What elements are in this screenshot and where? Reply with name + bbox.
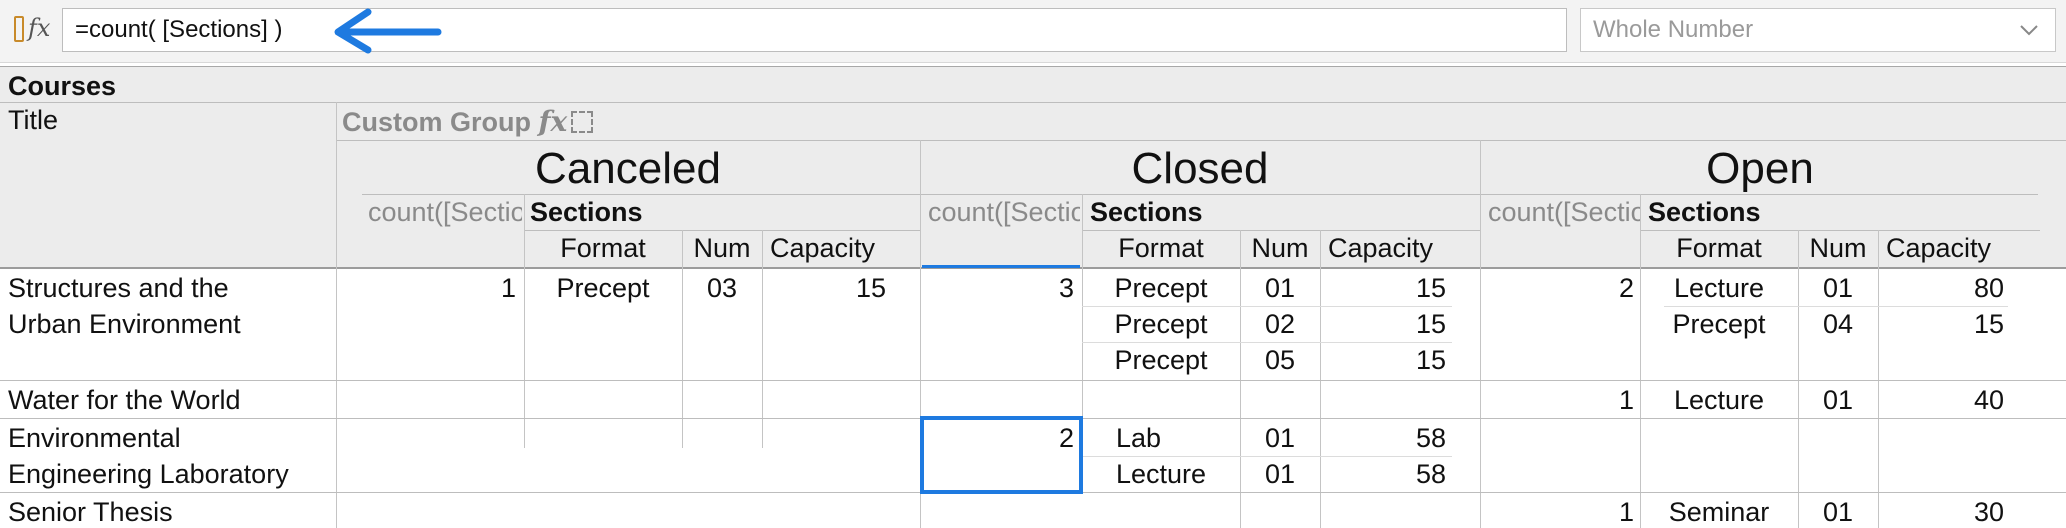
group-closed[interactable]: Closed (920, 144, 1480, 194)
format-cell[interactable]: Precept (1082, 308, 1240, 340)
sections-header[interactable]: Sections (1090, 196, 1203, 228)
table-grid: Courses Title Custom Group fx Canceled C… (0, 66, 2066, 528)
num-header[interactable]: Num (1798, 232, 1878, 264)
row-title-line[interactable]: Water for the World (8, 384, 241, 416)
num-cell[interactable]: 03 (682, 272, 762, 304)
capacity-cell[interactable]: 15 (1320, 272, 1446, 304)
count-header[interactable]: count([Sections]) (1488, 196, 1640, 228)
count-cell[interactable]: 3 (924, 272, 1074, 304)
row-title-line[interactable]: Engineering Laboratory (8, 458, 289, 490)
type-select-value: Whole Number (1593, 16, 1754, 43)
title-column-header[interactable]: Title (8, 104, 58, 136)
function-icon[interactable]: fx (10, 12, 50, 48)
capacity-header[interactable]: Capacity (1886, 232, 1991, 264)
formula-bar: fx =count( [Sections] ) Whole Number (0, 0, 2066, 63)
column-focus-indicator (922, 265, 1080, 268)
count-cell[interactable]: 1 (1484, 496, 1634, 528)
capacity-cell[interactable]: 15 (762, 272, 886, 304)
formula-input[interactable]: =count( [Sections] ) (62, 8, 1567, 52)
format-cell[interactable]: Precept (1640, 308, 1798, 340)
count-cell[interactable]: 1 (340, 272, 516, 304)
format-header[interactable]: Format (1082, 232, 1240, 264)
capacity-cell[interactable]: 40 (1878, 384, 2004, 416)
group-canceled[interactable]: Canceled (336, 144, 920, 194)
function-small-icon[interactable]: fx (539, 106, 568, 138)
capacity-cell[interactable]: 58 (1320, 422, 1446, 454)
format-cell[interactable]: Lecture (1640, 272, 1798, 304)
selection-box-icon[interactable] (571, 111, 594, 133)
num-cell[interactable]: 04 (1798, 308, 1878, 340)
custom-group-label[interactable]: Custom Group fx (342, 106, 594, 138)
chevron-down-icon (2020, 25, 2038, 36)
format-cell[interactable]: Lecture (1640, 384, 1798, 416)
num-cell[interactable]: 01 (1798, 384, 1878, 416)
table-title: Courses (8, 71, 117, 101)
format-cell[interactable]: Precept (1082, 272, 1240, 304)
num-cell[interactable]: 01 (1798, 496, 1878, 528)
arrow-annotation-icon (334, 8, 442, 54)
num-cell[interactable]: 05 (1240, 344, 1320, 376)
capacity-cell[interactable]: 58 (1320, 458, 1446, 490)
sections-header[interactable]: Sections (1648, 196, 1761, 228)
row-title-line[interactable]: Environmental (8, 422, 181, 454)
type-select[interactable]: Whole Number (1580, 8, 2056, 52)
capacity-cell[interactable]: 15 (1320, 308, 1446, 340)
format-cell[interactable]: Seminar (1640, 496, 1798, 528)
count-cell[interactable]: 2 (1484, 272, 1634, 304)
format-cell[interactable]: Precept (1082, 344, 1240, 376)
group-open[interactable]: Open (1480, 144, 2040, 194)
format-cell[interactable]: Lab (1116, 422, 1161, 454)
row-title-line[interactable]: Structures and the (8, 272, 229, 304)
num-cell[interactable]: 01 (1240, 458, 1320, 490)
selected-cell[interactable] (920, 416, 1083, 494)
capacity-cell[interactable]: 30 (1878, 496, 2004, 528)
sections-header[interactable]: Sections (530, 196, 643, 228)
num-cell[interactable]: 01 (1240, 422, 1320, 454)
custom-group-text: Custom Group (342, 107, 531, 137)
row-title-line[interactable]: Urban Environment (8, 308, 241, 340)
num-header[interactable]: Num (682, 232, 762, 264)
capacity-header[interactable]: Capacity (1328, 232, 1433, 264)
capacity-cell[interactable]: 15 (1878, 308, 2004, 340)
num-cell[interactable]: 02 (1240, 308, 1320, 340)
capacity-cell[interactable]: 15 (1320, 344, 1446, 376)
num-header[interactable]: Num (1240, 232, 1320, 264)
format-cell[interactable]: Precept (524, 272, 682, 304)
capacity-cell[interactable]: 80 (1878, 272, 2004, 304)
num-cell[interactable]: 01 (1240, 272, 1320, 304)
row-title-line[interactable]: Senior Thesis (8, 496, 173, 528)
capacity-header[interactable]: Capacity (770, 232, 875, 264)
format-header[interactable]: Format (524, 232, 682, 264)
count-cell[interactable]: 1 (1484, 384, 1634, 416)
num-cell[interactable]: 01 (1798, 272, 1878, 304)
format-header[interactable]: Format (1640, 232, 1798, 264)
count-header[interactable]: count([Sections]) (928, 196, 1080, 228)
format-cell[interactable]: Lecture (1116, 458, 1206, 490)
count-header[interactable]: count([Sections]) (368, 196, 522, 228)
